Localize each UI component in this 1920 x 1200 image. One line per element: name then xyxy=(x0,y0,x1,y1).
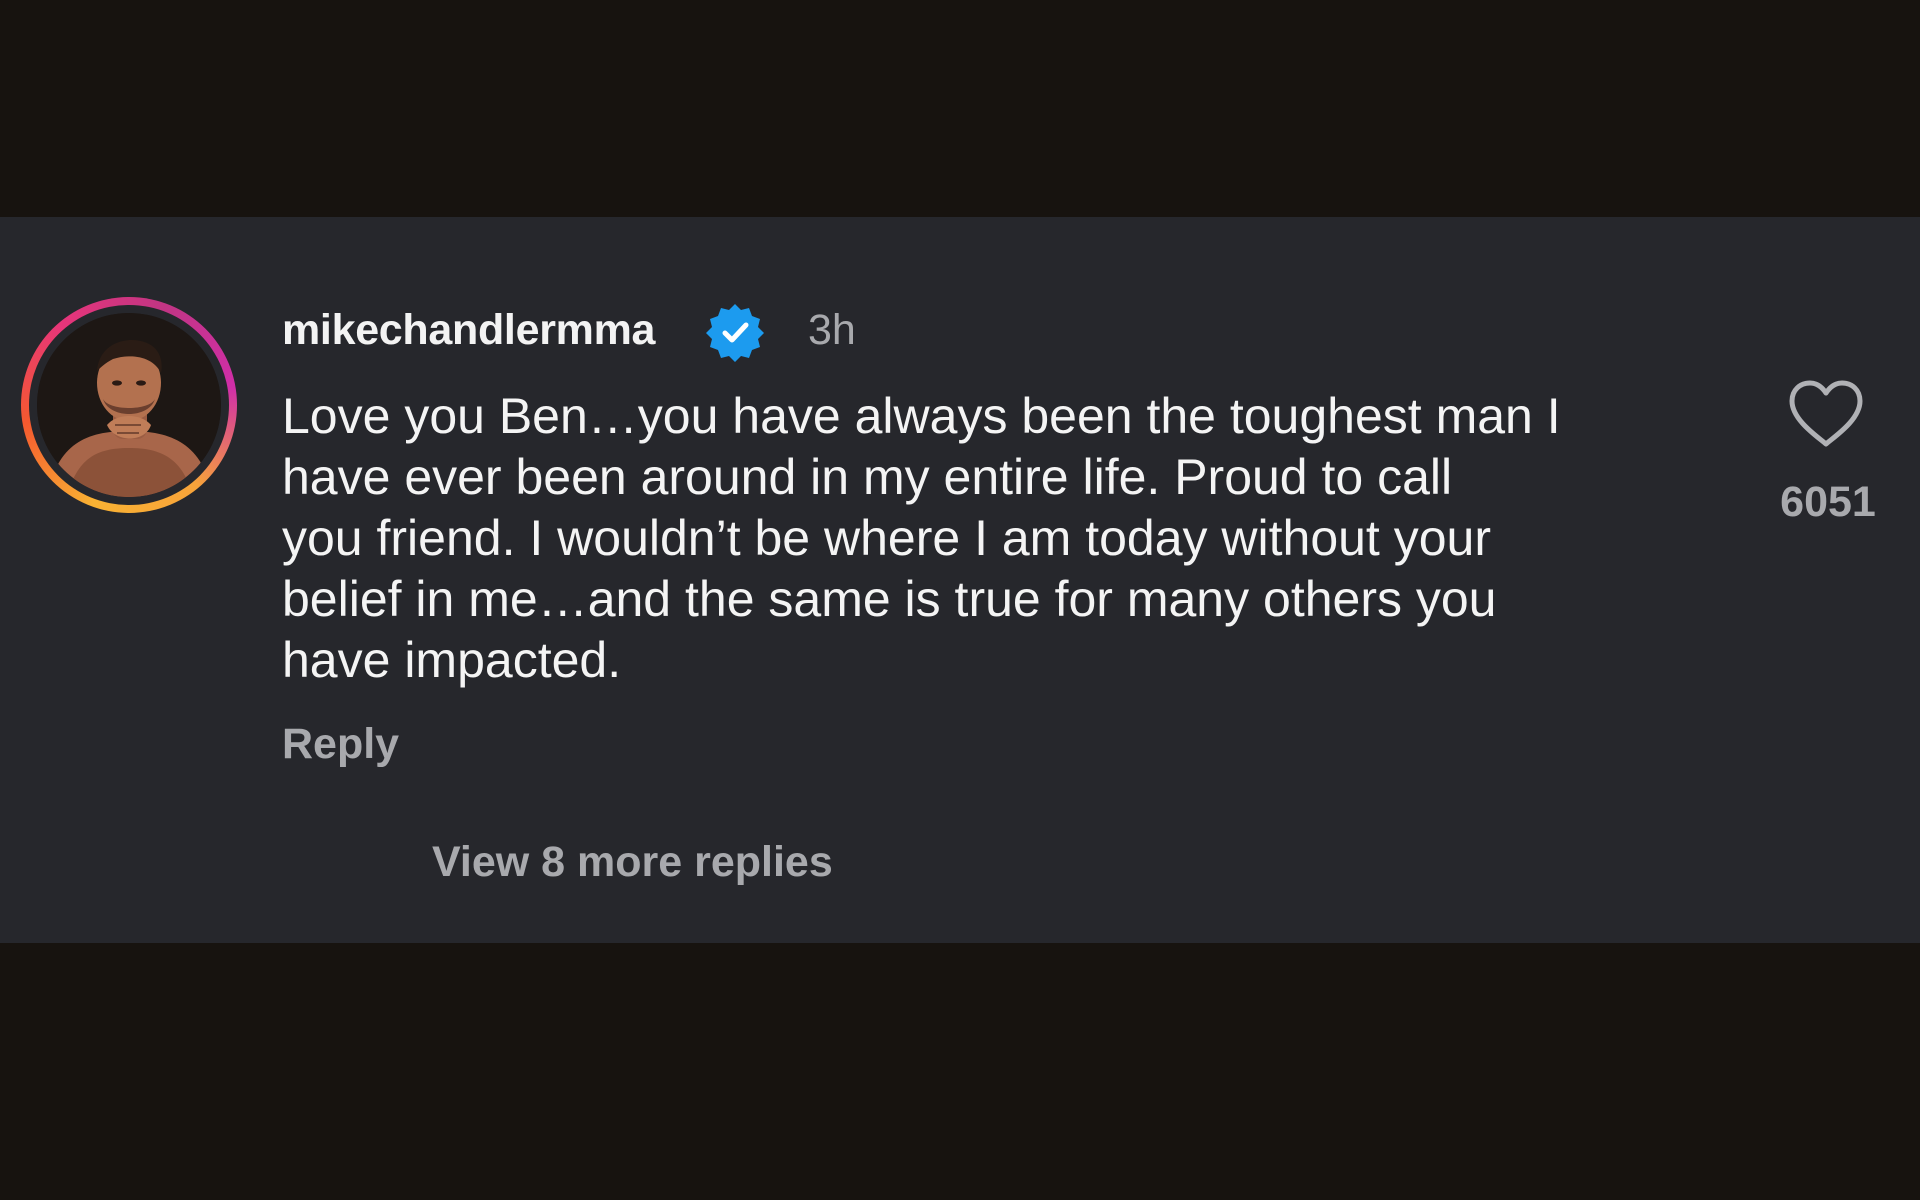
like-count: 6051 xyxy=(1780,478,1876,526)
comment-text: Love you Ben…you have always been the to… xyxy=(282,388,1561,688)
avatar-photo xyxy=(37,313,221,497)
avatar-portrait xyxy=(37,313,221,497)
letterbox-bottom xyxy=(0,943,1920,1200)
timestamp: 3h xyxy=(808,306,856,354)
reply-button[interactable]: Reply xyxy=(282,720,399,769)
view-more-replies-button[interactable]: View 8 more replies xyxy=(432,838,833,887)
avatar[interactable] xyxy=(21,297,237,513)
heart-icon[interactable] xyxy=(1788,380,1864,448)
verified-badge-icon xyxy=(704,302,766,364)
username[interactable]: mikechandlermma xyxy=(282,306,655,355)
letterbox-top xyxy=(0,0,1920,217)
